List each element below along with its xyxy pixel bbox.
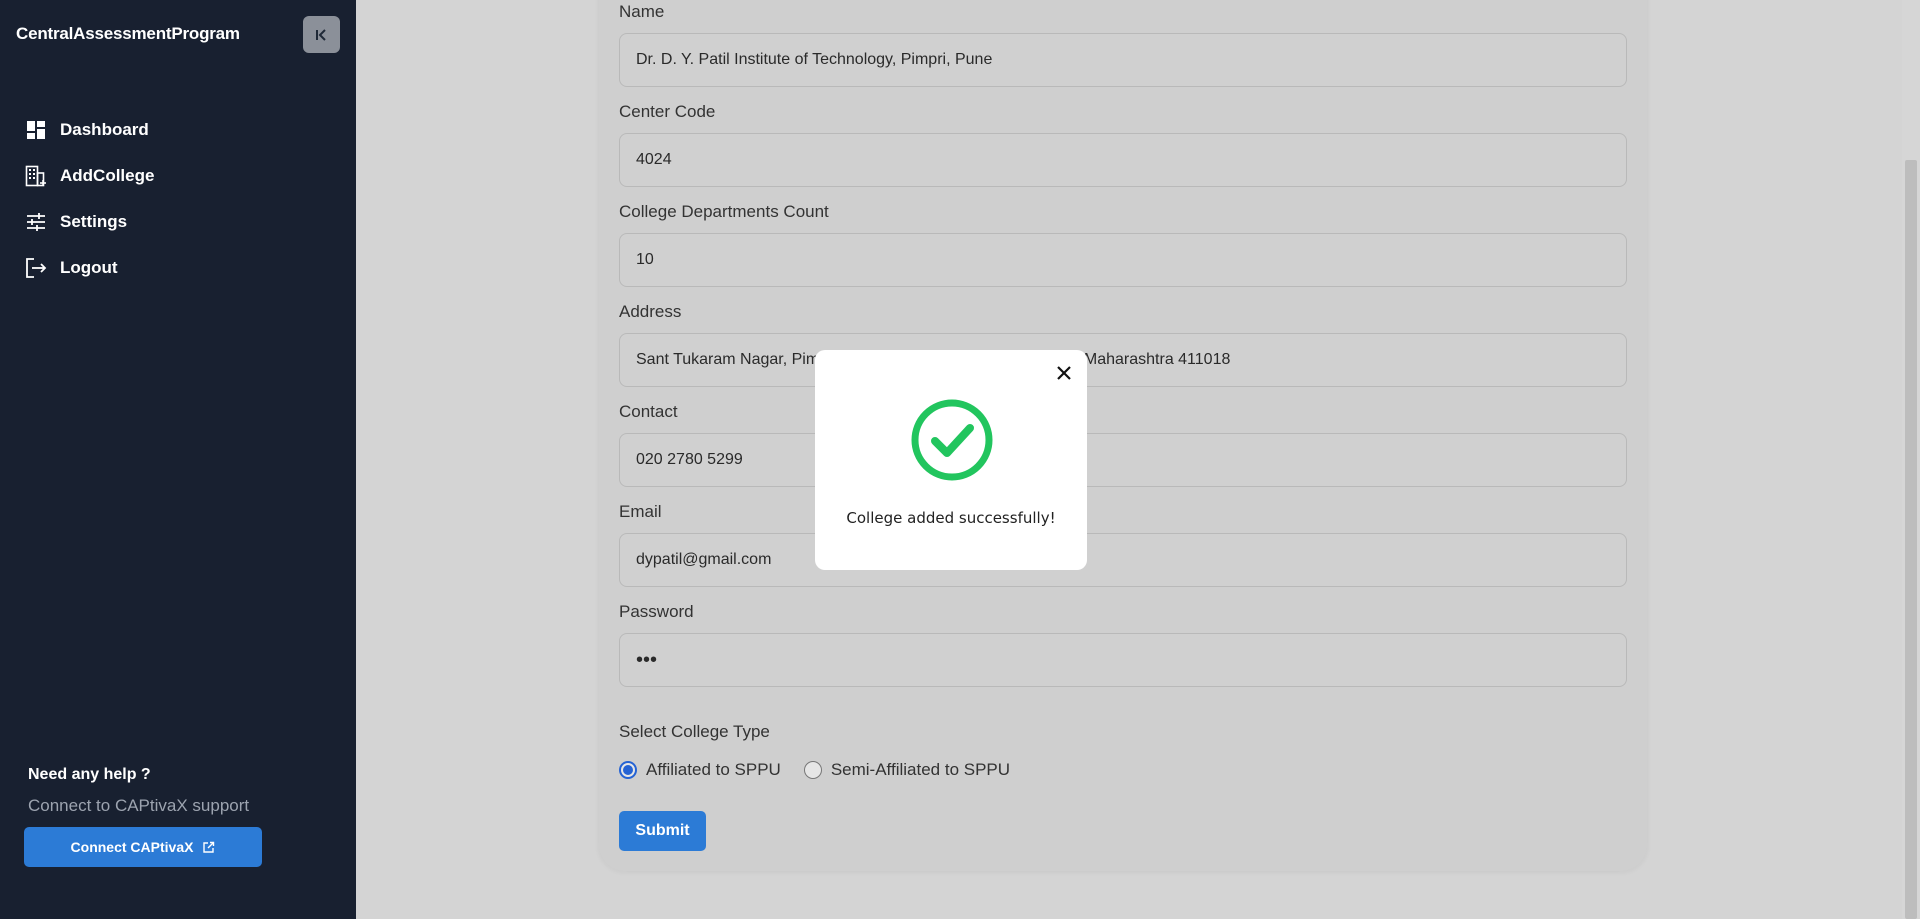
email-input[interactable]: dypatil@gmail.com [619, 533, 1627, 587]
radio-option-semi-affiliated[interactable]: Semi-Affiliated to SPPU [803, 760, 1011, 780]
help-subtitle: Connect to CAPtivaX support [28, 796, 250, 815]
dashboard-icon [25, 119, 47, 141]
submit-button[interactable]: Submit [619, 811, 706, 851]
sidebar-item-label: AddCollege [60, 166, 155, 185]
radio-option-affiliated[interactable]: Affiliated to SPPU [619, 760, 781, 780]
password-input[interactable]: ••• [619, 633, 1627, 687]
contact-input[interactable]: 020 2780 5299 [619, 433, 1627, 487]
college-type-radio-group: Affiliated to SPPU Semi-Affiliated to SP… [619, 760, 1033, 780]
scrollbar-thumb[interactable] [1905, 160, 1917, 919]
radio-semi-affiliated[interactable] [803, 761, 822, 779]
name-input[interactable]: Dr. D. Y. Patil Institute of Technology,… [619, 33, 1627, 87]
sidebar-item-label: Settings [60, 212, 128, 231]
radio-label: Semi-Affiliated to SPPU [830, 760, 1011, 779]
main-content: Name Dr. D. Y. Patil Institute of Techno… [356, 0, 1900, 919]
sliders-icon [25, 211, 47, 233]
sidebar-item-label: Logout [60, 258, 118, 277]
sidebar-nav: Dashboard AddCollege Settings Logout [0, 107, 356, 291]
collapse-sidebar-button[interactable] [303, 16, 340, 53]
contact-label: Contact [619, 402, 678, 421]
logout-icon [25, 257, 47, 279]
external-link-icon [202, 841, 215, 854]
connect-button-label: Connect CAPtivaX [70, 839, 194, 855]
password-label: Password [619, 602, 694, 621]
help-title: Need any help ? [28, 766, 151, 783]
building-add-icon [25, 165, 47, 187]
email-label: Email [619, 502, 662, 521]
departments-count-input[interactable]: 10 [619, 233, 1627, 287]
name-label: Name [619, 2, 665, 21]
address-input[interactable]: Sant Tukaram Nagar, Pimpri Colony, Pune,… [619, 333, 1627, 387]
collapse-icon [315, 28, 326, 41]
close-button[interactable] [1055, 364, 1073, 382]
center-code-input[interactable]: 4024 [619, 133, 1627, 187]
sidebar-item-addcollege[interactable]: AddCollege [0, 153, 356, 199]
modal-message: College added successfully! [846, 509, 1056, 527]
check-circle-icon [910, 398, 994, 482]
center-code-label: Center Code [619, 102, 716, 121]
radio-label: Affiliated to SPPU [646, 760, 781, 779]
help-section: Need any help ? Connect to CAPtivaX supp… [28, 766, 249, 816]
close-icon [1057, 366, 1071, 380]
sidebar-item-logout[interactable]: Logout [0, 245, 356, 291]
college-type-label: Select College Type [619, 722, 770, 741]
radio-affiliated[interactable] [619, 761, 637, 779]
sidebar-item-settings[interactable]: Settings [0, 199, 356, 245]
sidebar: CentralAssessmentProgram Dashboard AddCo… [0, 0, 356, 919]
connect-support-button[interactable]: Connect CAPtivaX [24, 827, 262, 867]
app-brand: CentralAssessmentProgram [16, 24, 240, 43]
departments-count-label: College Departments Count [619, 202, 829, 221]
address-label: Address [619, 302, 682, 321]
sidebar-item-dashboard[interactable]: Dashboard [0, 107, 356, 153]
sidebar-item-label: Dashboard [60, 120, 149, 139]
success-modal: College added successfully! [815, 350, 1087, 570]
